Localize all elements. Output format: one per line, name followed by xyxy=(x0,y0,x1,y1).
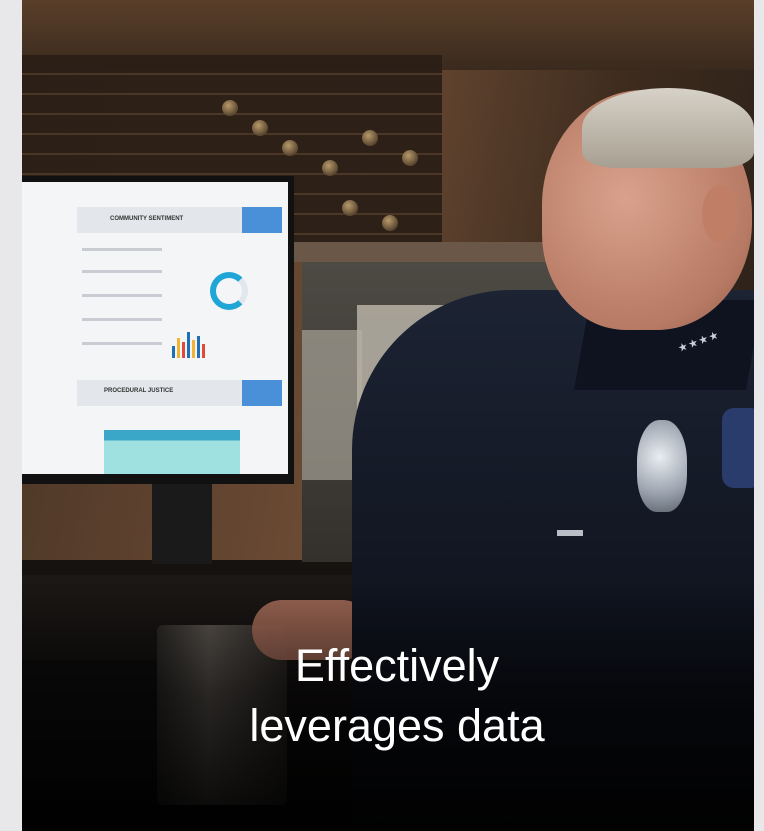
photo-card: COMMUNITY SENTIMENT PROCEDURAL JUSTICE ★… xyxy=(22,0,754,831)
computer-monitor: COMMUNITY SENTIMENT PROCEDURAL JUSTICE xyxy=(22,176,294,484)
screen-bar xyxy=(202,344,205,358)
challenge-coin xyxy=(222,100,238,116)
screen-bar xyxy=(187,332,190,358)
caption-line-1: Effectively xyxy=(294,640,500,691)
challenge-coin xyxy=(282,140,298,156)
screen-bar xyxy=(197,336,200,358)
screen-heatmap xyxy=(104,430,240,474)
monitor-stand xyxy=(152,484,212,564)
screen-bar xyxy=(192,340,195,358)
screen-donut-chart xyxy=(210,272,248,310)
screen-header-accent xyxy=(242,207,282,233)
screen-text-line xyxy=(82,294,162,297)
caption-line-2: leverages data xyxy=(249,700,545,751)
officer-ear xyxy=(702,185,738,243)
screen-bar-chart xyxy=(172,330,212,358)
monitor-screen: COMMUNITY SENTIMENT PROCEDURAL JUSTICE xyxy=(22,182,288,474)
shoulder-patch xyxy=(722,408,754,488)
screen-bar xyxy=(182,342,185,358)
challenge-coin xyxy=(252,120,268,136)
challenge-coin xyxy=(382,215,398,231)
screen-section-title: COMMUNITY SENTIMENT xyxy=(110,216,184,222)
screen-text-line xyxy=(82,270,162,273)
challenge-coin xyxy=(362,130,378,146)
screen-header-accent xyxy=(242,380,282,406)
screen-bar xyxy=(172,346,175,358)
name-tag xyxy=(557,530,583,536)
police-badge-icon xyxy=(637,420,687,512)
challenge-coin xyxy=(402,150,418,166)
screen-text-line xyxy=(82,248,162,251)
challenge-coin xyxy=(322,160,338,176)
screen-text-line xyxy=(82,318,162,321)
officer-hair xyxy=(582,88,754,168)
challenge-coin xyxy=(342,200,358,216)
screen-section-title: PROCEDURAL JUSTICE xyxy=(104,388,174,394)
screen-bar xyxy=(177,338,180,358)
caption: Effectively leverages data xyxy=(192,636,602,756)
screen-text-line xyxy=(82,342,162,345)
